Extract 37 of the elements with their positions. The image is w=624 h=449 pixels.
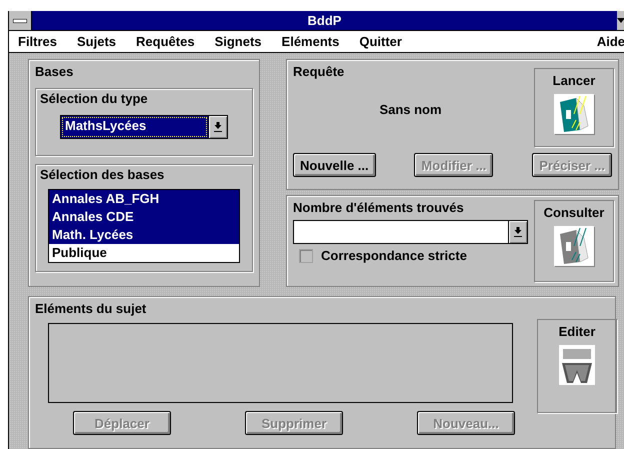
- book-icon[interactable]: [554, 226, 594, 266]
- list-item[interactable]: Annales AB_FGH: [49, 190, 239, 208]
- document-edit-icon[interactable]: [559, 345, 595, 385]
- group-title: Sélection du type: [40, 91, 149, 107]
- system-menu-button[interactable]: [9, 11, 32, 30]
- minus-icon: [13, 18, 27, 22]
- menu-item[interactable]: Sujets: [77, 34, 116, 49]
- book-icon[interactable]: [554, 94, 594, 134]
- dropdown-arrow-icon: [214, 122, 222, 132]
- consult-button[interactable]: Consulter: [534, 200, 614, 282]
- request-name: Sans nom: [378, 102, 443, 117]
- minimize-button[interactable]: [617, 11, 624, 30]
- panel-title: Requête: [293, 64, 346, 80]
- menu-item[interactable]: Eléments: [282, 34, 340, 49]
- menu-item[interactable]: Quitter: [359, 34, 402, 49]
- checkbox-box[interactable]: [299, 248, 313, 262]
- request-button[interactable]: Nouvelle ...: [293, 153, 376, 177]
- list-item[interactable]: Annales CDE: [49, 208, 239, 226]
- edit-button[interactable]: Editer: [537, 319, 617, 413]
- dropdown-arrow-icon: [514, 227, 522, 237]
- dropdown-button[interactable]: [508, 221, 527, 243]
- menu-item[interactable]: Signets: [214, 34, 262, 49]
- window-title: BddP: [306, 13, 342, 28]
- elements-list[interactable]: [48, 323, 513, 403]
- panel-title: Bases: [35, 64, 74, 80]
- strict-checkbox[interactable]: Correspondance stricte: [299, 248, 528, 263]
- panel-title: Nombre d'éléments trouvés: [293, 200, 465, 216]
- dropdown-value: MathsLycées: [61, 116, 208, 138]
- menu-item[interactable]: Filtres: [18, 34, 58, 49]
- menu-item[interactable]: Requêtes: [136, 34, 195, 49]
- dropdown-button[interactable]: [208, 116, 227, 138]
- results-dropdown[interactable]: [293, 220, 528, 244]
- group-title: Sélection des bases: [40, 167, 166, 183]
- panel-title: Eléments du sujet: [35, 301, 148, 317]
- launch-button[interactable]: Lancer: [534, 68, 614, 147]
- type-dropdown[interactable]: MathsLycées: [60, 115, 228, 139]
- list-item[interactable]: Math. Lycées: [49, 226, 239, 244]
